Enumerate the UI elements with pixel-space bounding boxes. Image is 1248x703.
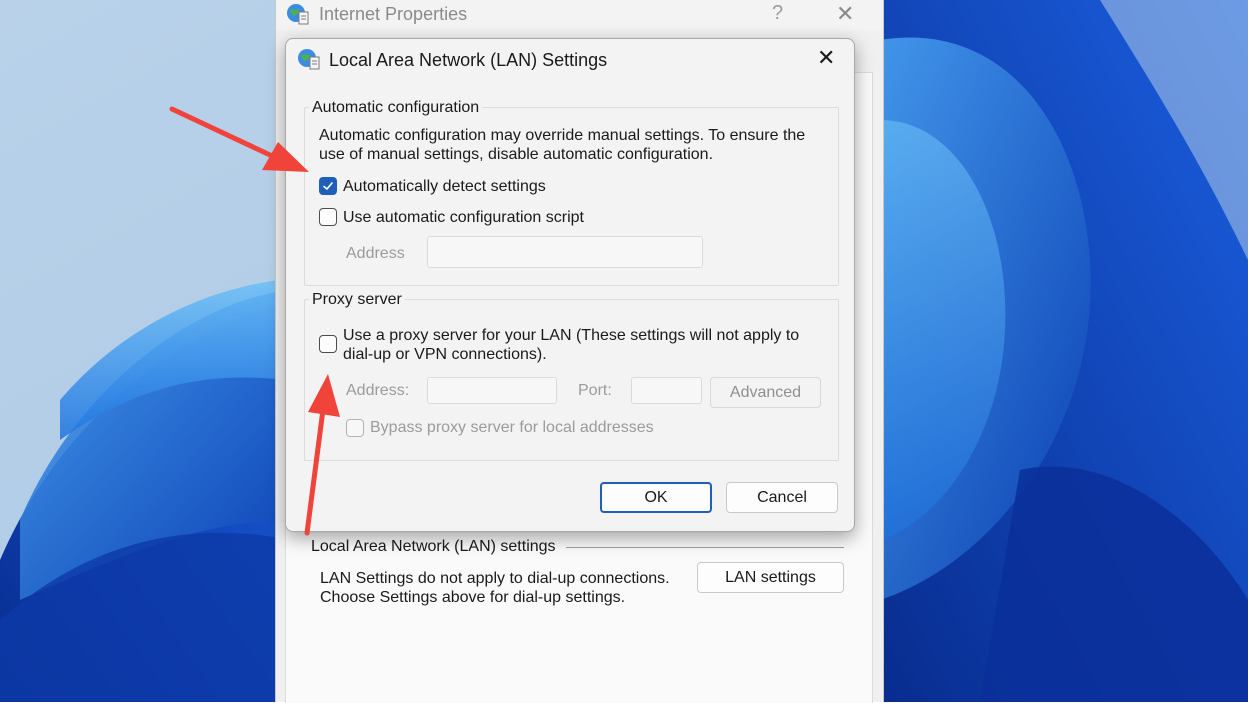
close-button[interactable]: ✕	[836, 1, 854, 27]
window-title: Internet Properties	[319, 4, 468, 24]
automatic-configuration-description: Automatic configuration may override man…	[319, 127, 806, 163]
lan-settings-description: LAN Settings do not apply to dial-up con…	[320, 570, 670, 606]
auto-config-script-label[interactable]: Use automatic configuration script	[343, 209, 584, 227]
proxy-port-input[interactable]	[631, 377, 702, 404]
help-button[interactable]: ?	[772, 2, 783, 25]
proxy-server-legend: Proxy server	[309, 291, 405, 309]
advanced-button[interactable]: Advanced	[710, 377, 821, 408]
auto-detect-settings-checkbox[interactable]	[319, 177, 337, 195]
dialog-title: Local Area Network (LAN) Settings	[329, 50, 608, 70]
auto-config-script-checkbox[interactable]	[319, 208, 337, 226]
globe-settings-icon	[287, 4, 309, 25]
script-address-label: Address	[346, 245, 405, 262]
close-button[interactable]: ✕	[817, 45, 835, 71]
use-proxy-server-checkbox[interactable]	[319, 335, 337, 353]
script-address-input[interactable]	[427, 236, 703, 268]
proxy-address-label: Address:	[346, 382, 410, 399]
lan-settings-group-title: Local Area Network (LAN) settings	[311, 538, 562, 556]
use-proxy-server-label[interactable]: Use a proxy server for your LAN (These s…	[343, 326, 823, 364]
lan-settings-button[interactable]: LAN settings	[697, 562, 844, 593]
proxy-port-label: Port:	[578, 382, 612, 399]
cancel-button[interactable]: Cancel	[726, 482, 838, 513]
checkmark-icon	[323, 182, 333, 190]
lan-settings-dialog: Local Area Network (LAN) Settings ✕ Auto…	[285, 38, 855, 532]
proxy-address-input[interactable]	[427, 377, 557, 404]
ok-button[interactable]: OK	[600, 482, 712, 513]
auto-detect-settings-label[interactable]: Automatically detect settings	[343, 178, 546, 196]
bypass-local-label[interactable]: Bypass proxy server for local addresses	[370, 419, 654, 437]
group-divider	[566, 547, 844, 548]
bypass-local-checkbox[interactable]	[346, 419, 364, 437]
globe-settings-icon	[298, 49, 320, 70]
automatic-configuration-legend: Automatic configuration	[309, 99, 483, 117]
internet-properties-titlebar: Internet Properties ? ✕	[276, 0, 883, 30]
